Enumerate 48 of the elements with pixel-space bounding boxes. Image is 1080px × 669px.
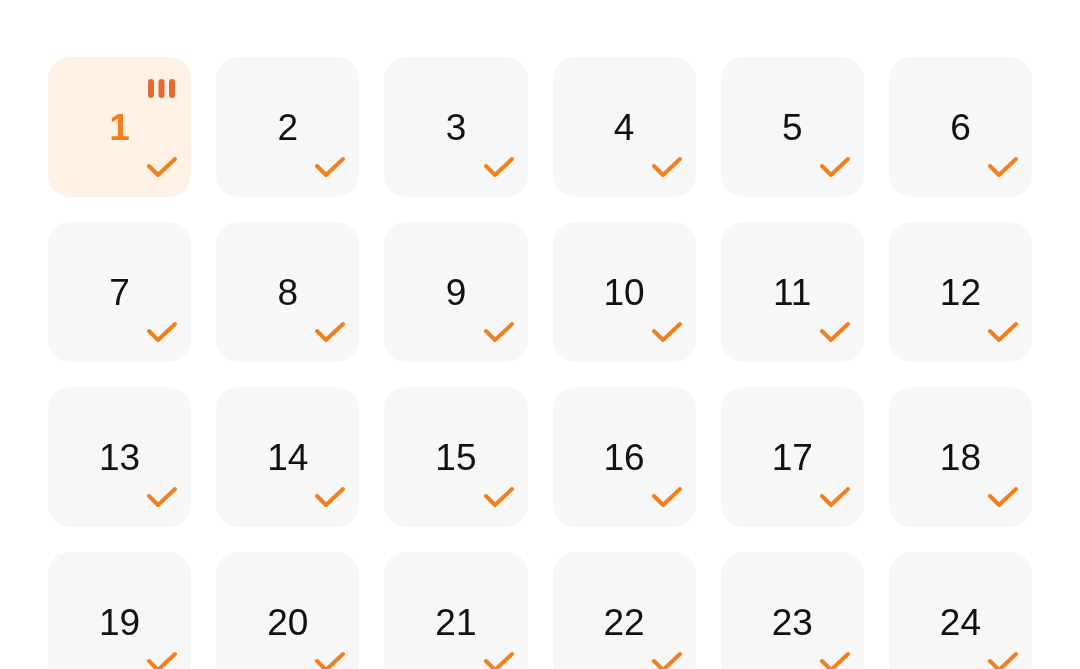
day-number: 22 (603, 603, 645, 641)
day-number: 17 (771, 438, 813, 476)
day-tile[interactable]: 21 (384, 552, 528, 669)
day-number: 2 (277, 108, 299, 146)
day-tile[interactable]: 8 (216, 222, 360, 362)
bars-icon (148, 79, 176, 98)
day-tile[interactable]: 23 (720, 552, 864, 669)
day-number: 24 (939, 603, 981, 641)
day-number: 13 (99, 438, 141, 476)
day-number: 9 (445, 273, 467, 311)
day-tile[interactable]: 14 (216, 387, 360, 527)
day-tile[interactable]: 2 (216, 57, 360, 197)
day-tile[interactable]: 24 (888, 552, 1032, 669)
day-number: 10 (603, 273, 645, 311)
day-number: 5 (781, 108, 803, 146)
day-tile[interactable]: 15 (384, 387, 528, 527)
day-number: 14 (267, 438, 309, 476)
day-number: 18 (939, 438, 981, 476)
day-tile[interactable]: 13 (48, 387, 192, 527)
day-number: 15 (435, 438, 477, 476)
day-number: 8 (277, 273, 299, 311)
day-tile[interactable]: 9 (384, 222, 528, 362)
day-number: 16 (603, 438, 645, 476)
day-tile[interactable]: 20 (216, 552, 360, 669)
day-tile[interactable]: 19 (48, 552, 192, 669)
day-tile[interactable]: 16 (552, 387, 696, 527)
day-tile[interactable]: 7 (48, 222, 192, 362)
day-tile[interactable]: 3 (384, 57, 528, 197)
day-number: 19 (99, 603, 141, 641)
day-tile[interactable]: 17 (720, 387, 864, 527)
day-number: 4 (613, 108, 635, 146)
day-tile[interactable]: 6 (888, 57, 1032, 197)
day-tile[interactable]: 11 (720, 222, 864, 362)
day-number: 3 (445, 108, 467, 146)
day-tile[interactable]: 4 (552, 57, 696, 197)
day-tile[interactable]: 5 (720, 57, 864, 197)
day-number: 1 (109, 108, 130, 146)
day-number: 11 (773, 273, 812, 311)
day-tile[interactable]: 18 (888, 387, 1032, 527)
day-number: 20 (267, 603, 309, 641)
day-number: 21 (435, 603, 477, 641)
day-tile[interactable]: 12 (888, 222, 1032, 362)
day-number: 6 (950, 108, 971, 146)
day-tile[interactable]: 22 (552, 552, 696, 669)
day-tile[interactable]: 10 (552, 222, 696, 362)
day-number: 12 (939, 273, 981, 311)
day-number: 7 (109, 273, 130, 311)
day-number: 23 (771, 603, 813, 641)
